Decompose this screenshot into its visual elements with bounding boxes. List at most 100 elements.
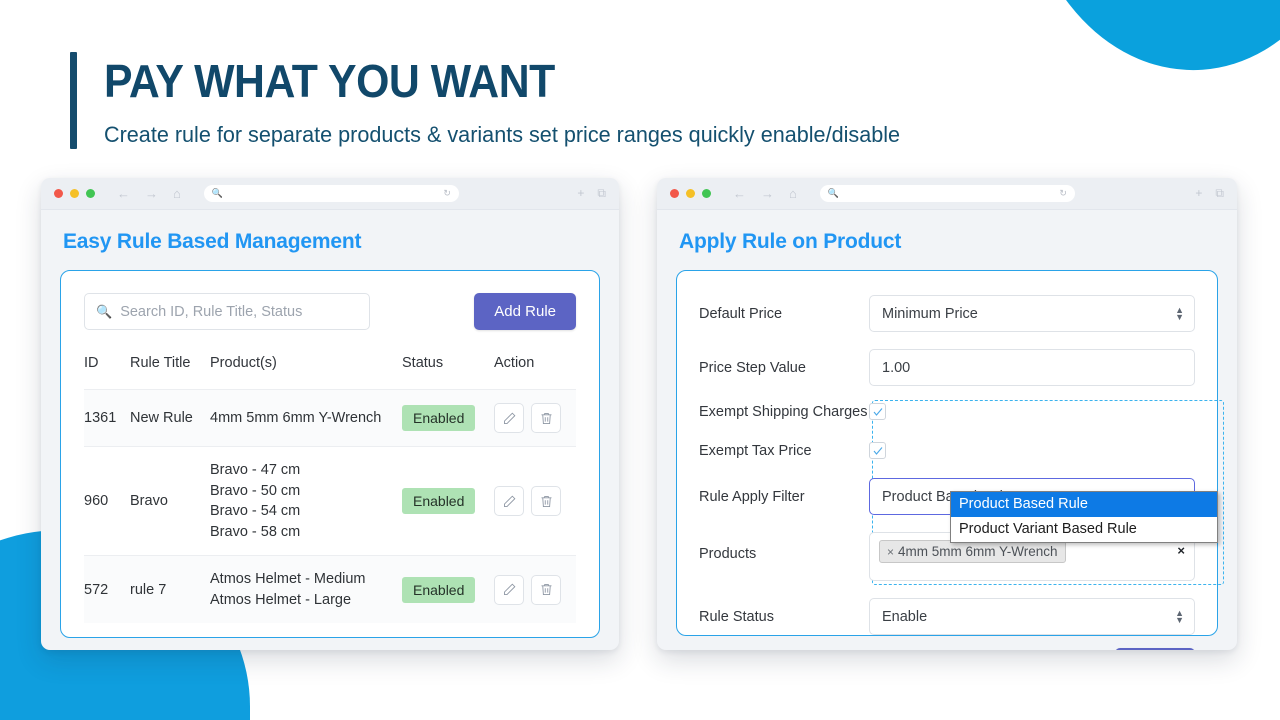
default-price-select[interactable]: Minimum Price ▲ ▼ [869, 295, 1195, 332]
rules-toolbar: 🔍 Add Rule [84, 293, 576, 330]
row-id: 572 [84, 555, 130, 623]
home-icon[interactable]: ⌂ [789, 187, 797, 200]
address-search-icon: 🔍 [827, 188, 840, 198]
decorative-blob-top-right [1022, 0, 1280, 82]
dropdown-option-product-variant-based[interactable]: Product Variant Based Rule [951, 517, 1217, 542]
tag-remove-icon[interactable]: × [887, 545, 894, 559]
forward-arrow-icon[interactable]: → [761, 187, 774, 200]
delete-icon [541, 495, 551, 507]
left-address-bar[interactable]: 🔍 ↻ [203, 185, 459, 202]
delete-button[interactable] [531, 403, 561, 433]
field-rule-status: Rule Status Enable ▲ ▼ [699, 598, 1195, 635]
row-id: 1361 [84, 389, 130, 447]
right-browser-chrome: ← → ⌂ 🔍 ↻ + ⧉ [657, 178, 1237, 210]
close-dot-icon[interactable] [670, 189, 679, 198]
right-address-bar[interactable]: 🔍 ↻ [819, 185, 1075, 202]
label-default-price: Default Price [699, 305, 783, 322]
duplicate-window-icon[interactable]: ⧉ [1215, 186, 1224, 201]
delete-icon [541, 412, 551, 424]
table-header-row: ID Rule Title Product(s) Status Action [84, 351, 576, 390]
rules-table: ID Rule Title Product(s) Status Action 1… [84, 351, 576, 623]
edit-icon [503, 412, 515, 424]
minimize-dot-icon[interactable] [686, 189, 695, 198]
reload-icon[interactable]: ↻ [1059, 188, 1067, 199]
rule-status-value: Enable [882, 608, 928, 625]
row-rule-title: rule 7 [130, 555, 210, 623]
row-status: Enabled [402, 389, 494, 447]
table-row[interactable]: 572 rule 7 Atmos Helmet - Medium Atmos H… [84, 555, 576, 623]
new-tab-icon[interactable]: + [577, 186, 584, 201]
product-line: Atmos Helmet - Large [210, 591, 352, 608]
field-exempt-tax: Exempt Tax Price [699, 442, 1195, 459]
row-actions [494, 446, 576, 556]
rule-status-select[interactable]: Enable ▲ ▼ [869, 598, 1195, 635]
spinner-icon: ▲▼ [1175, 607, 1184, 625]
hero-banner: PAY WHAT YOU WANT Create rule for separa… [70, 52, 933, 149]
product-line: Atmos Helmet - Medium [210, 571, 366, 587]
delete-icon [541, 584, 551, 595]
row-products: Bravo - 47 cm Bravo - 50 cm Bravo - 54 c… [210, 446, 402, 556]
product-line: Bravo - 58 cm [210, 523, 301, 540]
spinner-icon: ▲▼ [1175, 304, 1184, 322]
header-action: Action [494, 355, 535, 371]
label-exempt-shipping: Exempt Shipping Charges [699, 403, 868, 420]
label-rule-status: Rule Status [699, 608, 774, 625]
dropdown-option-product-based[interactable]: Product Based Rule [951, 492, 1217, 517]
delete-button[interactable] [531, 574, 561, 605]
edit-button[interactable] [494, 574, 524, 605]
home-icon[interactable]: ⌂ [173, 187, 181, 200]
search-box[interactable]: 🔍 [84, 293, 370, 330]
close-dot-icon[interactable] [54, 189, 63, 198]
row-id: 960 [84, 446, 130, 556]
back-arrow-icon[interactable]: ← [733, 187, 746, 200]
header-products: Product(s) [210, 355, 277, 371]
maximize-dot-icon[interactable] [702, 189, 711, 198]
duplicate-window-icon[interactable]: ⧉ [597, 186, 606, 201]
field-price-step-value: Price Step Value 1.00 [699, 349, 1195, 386]
add-rule-button[interactable]: Add Rule [474, 293, 576, 330]
left-window-title: Easy Rule Based Management [63, 230, 362, 253]
reload-icon[interactable]: ↻ [443, 188, 451, 199]
exempt-shipping-checkbox[interactable] [869, 403, 886, 420]
hero-accent-bar [70, 52, 77, 149]
edit-icon [503, 495, 515, 507]
search-input[interactable] [120, 303, 358, 320]
apply-rule-form: Default Price Minimum Price ▲ ▼ Price Ste… [676, 270, 1224, 650]
left-browser-window: ← → ⌂ 🔍 ↻ + ⧉ Easy Rule Based Management… [41, 178, 619, 650]
check-icon [873, 407, 882, 416]
row-rule-title: Bravo [130, 446, 210, 556]
minimize-dot-icon[interactable] [70, 189, 79, 198]
field-exempt-shipping: Exempt Shipping Charges [699, 403, 1195, 420]
right-browser-window: ← → ⌂ 🔍 ↻ + ⧉ Apply Rule on Product Defa… [657, 178, 1237, 650]
row-actions [494, 389, 576, 447]
price-step-value-input[interactable]: 1.00 [869, 349, 1195, 386]
save-button[interactable]: Save [1114, 648, 1195, 650]
rules-card: 🔍 Add Rule ID Rule Title Product(s) Stat… [60, 270, 600, 638]
table-row[interactable]: 960 Bravo Bravo - 47 cm Bravo - 50 cm Br… [84, 446, 576, 556]
label-products: Products [699, 546, 757, 562]
table-row[interactable]: 1361 New Rule 4mm 5mm 6mm Y-Wrench Enabl… [84, 389, 576, 447]
header-status: Status [402, 355, 444, 371]
back-arrow-icon[interactable]: ← [117, 187, 130, 200]
product-tag-label: 4mm 5mm 6mm Y-Wrench [898, 544, 1058, 559]
product-line: 4mm 5mm 6mm Y-Wrench [210, 409, 382, 426]
product-line: Bravo - 54 cm [210, 503, 301, 519]
page-subtitle: Create rule for separate products & vari… [104, 122, 901, 147]
rule-apply-filter-dropdown[interactable]: Product Based Rule Product Variant Based… [950, 491, 1218, 543]
traffic-lights [670, 189, 711, 198]
row-status: Enabled [402, 555, 494, 623]
page-title: PAY WHAT YOU WANT [104, 55, 555, 107]
exempt-tax-checkbox[interactable] [869, 442, 886, 459]
forward-arrow-icon[interactable]: → [145, 187, 158, 200]
new-tab-icon[interactable]: + [1195, 186, 1202, 201]
row-rule-title: New Rule [130, 389, 210, 447]
edit-button[interactable] [494, 486, 524, 516]
product-tag[interactable]: × 4mm 5mm 6mm Y-Wrench [879, 540, 1066, 563]
edit-button[interactable] [494, 403, 524, 433]
search-icon: 🔍 [96, 303, 113, 319]
maximize-dot-icon[interactable] [86, 189, 95, 198]
right-window-title: Apply Rule on Product [679, 230, 902, 253]
edit-icon [503, 583, 515, 595]
header-id: ID [84, 355, 99, 371]
delete-button[interactable] [531, 486, 561, 516]
